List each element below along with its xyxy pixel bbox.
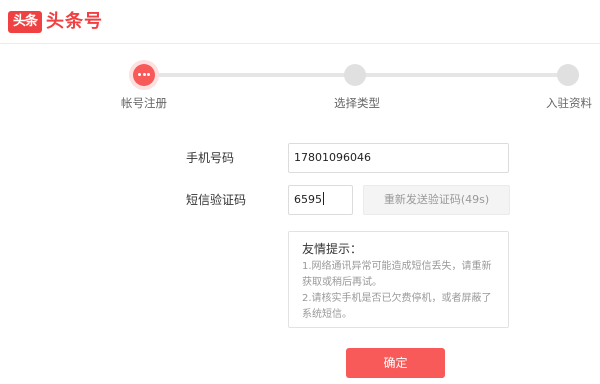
tip-line: 2.请核实手机是否已欠费停机，或者屏蔽了: [302, 293, 492, 304]
text-caret: [323, 192, 324, 205]
confirm-button[interactable]: 确定: [346, 348, 445, 378]
sms-code-label: 短信验证码: [186, 193, 247, 207]
phone-input[interactable]: 17801096046: [288, 143, 509, 173]
ellipsis-icon: [138, 73, 150, 77]
logo-badge: 头条: [8, 11, 42, 33]
step-1-label: 帐号注册: [121, 96, 167, 110]
tips-title: 友情提示：: [302, 242, 363, 256]
phone-input-value: 17801096046: [294, 151, 371, 164]
tip-line: 1.网络通讯异常可能造成短信丢失，请重新: [302, 261, 492, 272]
registration-page: 头条 头条号 帐号注册 选择类型 入驻资料 手机号码 17801096046 短…: [0, 0, 600, 384]
tips-box: 友情提示： 1.网络通讯异常可能造成短信丢失，请重新 获取或稍后再试。 2.请核…: [288, 231, 509, 328]
step-3-indicator: [557, 64, 579, 86]
sms-code-input[interactable]: 6595: [288, 185, 353, 215]
step-2-indicator: [344, 64, 366, 86]
logo-text: 头条号: [46, 11, 103, 32]
resend-code-button[interactable]: 重新发送验证码(49s): [363, 185, 510, 215]
tip-line: 获取或稍后再试。: [302, 277, 382, 288]
phone-label: 手机号码: [186, 151, 235, 165]
tip-line: 系统短信。: [302, 309, 352, 320]
sms-code-value: 6595: [294, 193, 322, 206]
step-2-label: 选择类型: [334, 96, 380, 110]
step-1-indicator: [133, 64, 155, 86]
step-3-label: 入驻资料: [546, 96, 592, 110]
top-header: 头条 头条号: [0, 0, 600, 44]
